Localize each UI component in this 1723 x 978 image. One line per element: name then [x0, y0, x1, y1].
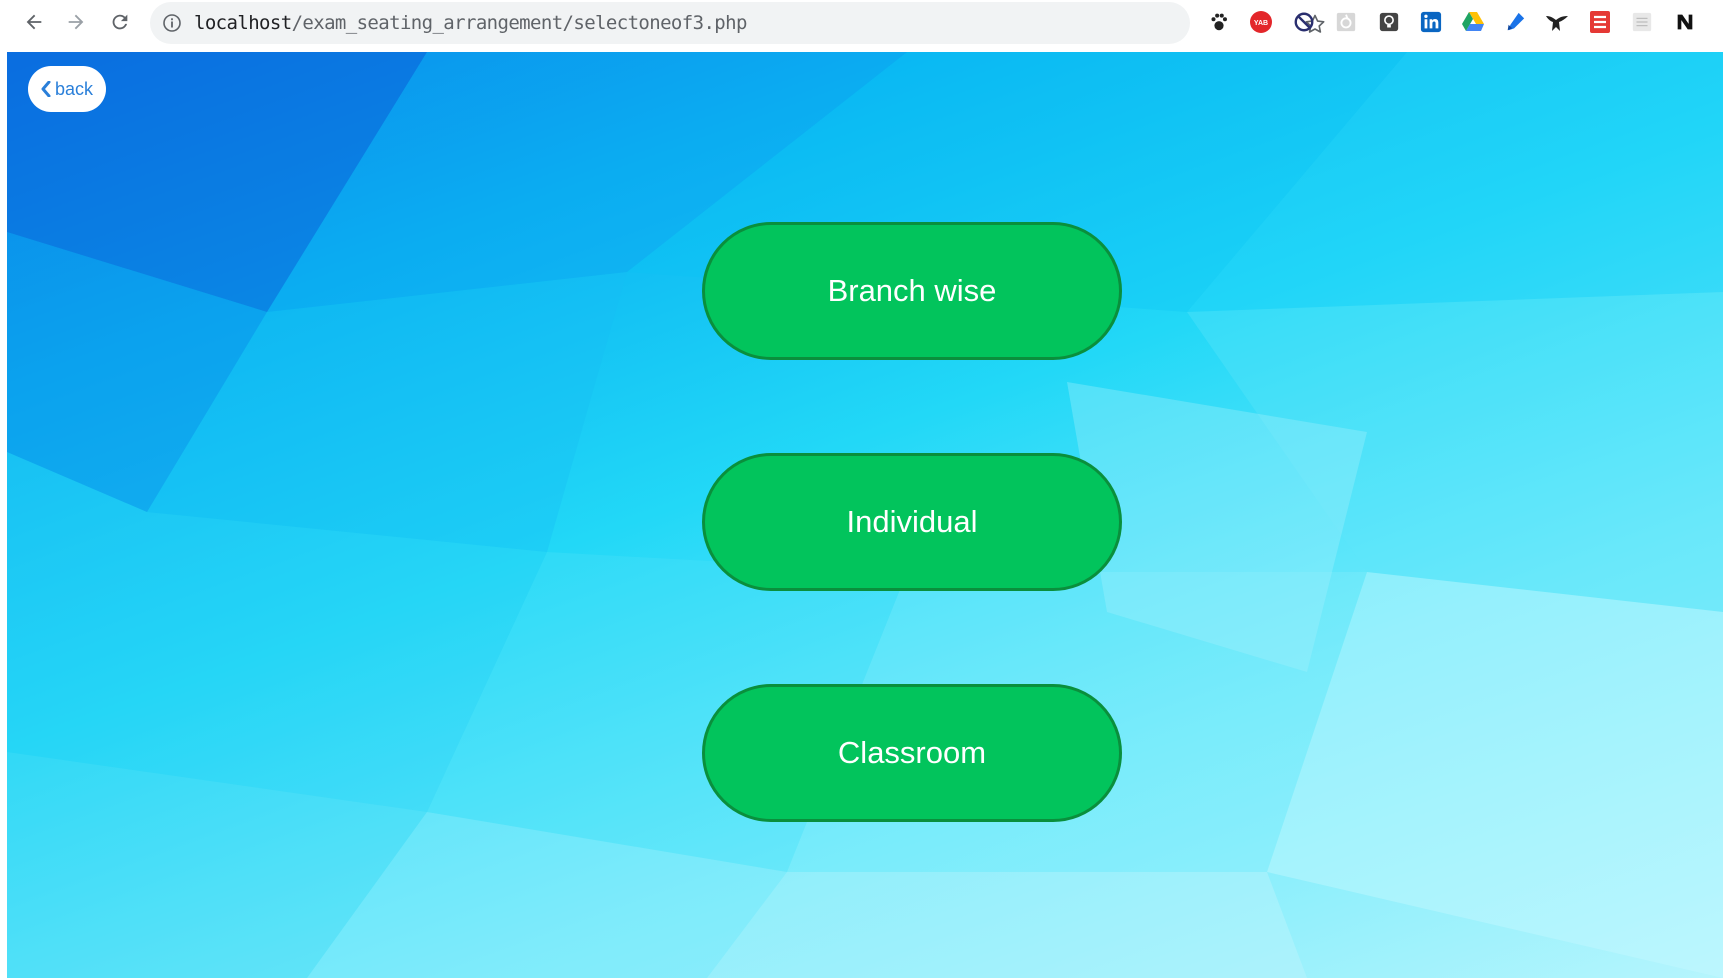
pen-icon[interactable] — [1503, 10, 1527, 34]
url-host: localhost — [194, 12, 292, 34]
back-arrow-icon[interactable] — [18, 6, 50, 38]
page-viewport: back Branch wise Individual Classroom — [7, 52, 1723, 978]
notion-icon[interactable] — [1673, 10, 1697, 34]
chevron-left-icon — [41, 81, 51, 97]
back-button-label: back — [54, 78, 94, 99]
address-bar[interactable]: localhost/exam_seating_arrangement/selec… — [150, 2, 1325, 44]
browser-toolbar: localhost/exam_seating_arrangement/selec… — [0, 0, 1723, 52]
url-path: /exam_seating_arrangement/selectoneof3.p… — [291, 12, 748, 34]
paw-icon[interactable] — [1207, 10, 1231, 34]
svg-text:YAB: YAB — [1254, 20, 1268, 27]
block-icon[interactable] — [1292, 10, 1316, 34]
branch-wise-button[interactable]: Branch wise — [702, 222, 1122, 360]
yab-icon[interactable]: YAB — [1249, 10, 1273, 34]
eagle-icon[interactable] — [1545, 10, 1569, 34]
individual-button[interactable]: Individual — [702, 453, 1122, 591]
classroom-button[interactable]: Classroom — [702, 684, 1122, 822]
google-drive-icon[interactable] — [1461, 10, 1485, 34]
grid-icon[interactable] — [1630, 10, 1654, 34]
pocket-icon[interactable] — [1334, 10, 1358, 34]
url-text: localhost/exam_seating_arrangement/selec… — [194, 12, 747, 34]
info-icon[interactable] — [162, 13, 182, 33]
back-button[interactable]: back — [28, 66, 106, 112]
linkedin-icon[interactable] — [1419, 10, 1443, 34]
lightbulb-icon[interactable] — [1377, 10, 1401, 34]
forward-arrow-icon[interactable] — [60, 6, 92, 38]
reload-icon[interactable] — [104, 6, 136, 38]
stack-icon[interactable] — [1588, 10, 1612, 34]
